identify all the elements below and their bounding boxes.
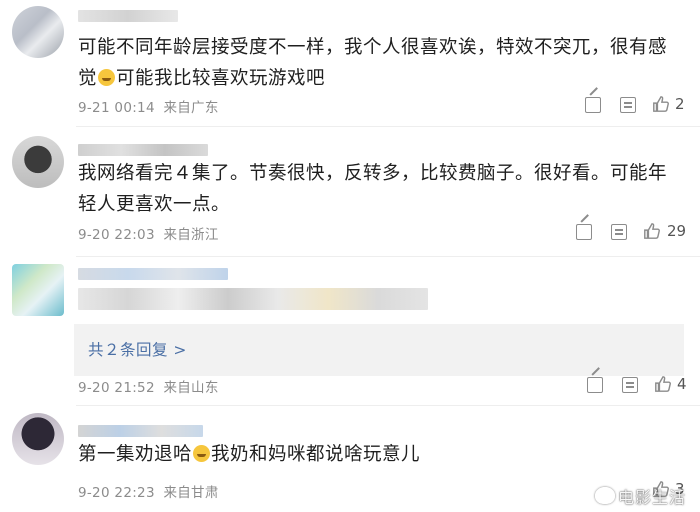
comment-item: 可能不同年龄层接受度不一样，我个人很喜欢诶，特效不突兀，很有感觉 可能我比较喜欢玩… [0, 0, 700, 125]
comment-time: 9-20 22:23 [78, 485, 155, 501]
share-icon[interactable] [587, 377, 603, 393]
blurred-username [78, 425, 203, 437]
reply-box[interactable]: 共２条回复 > [74, 324, 684, 376]
comment-item: 我网络看完４集了。节奏很快，反转多，比较费脑子。很好看。可能年轻人更喜欢一点。 … [0, 126, 700, 256]
blurred-username [78, 268, 228, 280]
comment-location: 来自山东 [163, 380, 219, 396]
comment-icon[interactable] [620, 97, 636, 113]
comment-meta: 9-20 22:23 来自甘肃 [78, 481, 219, 501]
comment-location: 来自甘肃 [163, 485, 219, 501]
comment-text: 可能不同年龄层接受度不一样，我个人很喜欢诶，特效不突兀，很有感觉 可能我比较喜欢玩… [78, 37, 668, 89]
comment-meta: 9-20 22:03 来自浙江 [78, 223, 219, 243]
share-icon[interactable] [576, 224, 592, 240]
comment-icon[interactable] [611, 224, 627, 240]
comment-icon[interactable] [622, 377, 638, 393]
blurred-comment-text [78, 288, 428, 310]
comment-item: 共２条回复 > 9-20 21:52 来自山东 4 [0, 256, 700, 404]
watermark: 电影生活 [594, 484, 686, 508]
view-replies-link[interactable]: 共２条回复 > [88, 338, 187, 360]
comment-location: 来自广东 [163, 100, 219, 116]
like-icon[interactable] [652, 95, 670, 113]
comment-time: 9-21 00:14 [78, 100, 155, 116]
like-icon[interactable] [643, 222, 661, 240]
share-icon[interactable] [585, 97, 601, 113]
comment-meta: 9-20 21:52 来自山东 [78, 376, 219, 396]
like-icon[interactable] [654, 375, 672, 393]
weibo-logo-icon [594, 487, 615, 504]
comment-time: 9-20 22:03 [78, 227, 155, 243]
comment-meta: 9-21 00:14 来自广东 [78, 96, 219, 116]
avatar[interactable] [12, 264, 64, 316]
comment-text: 我网络看完４集了。节奏很快，反转多，比较费脑子。很好看。可能年轻人更喜欢一点。 [78, 163, 668, 215]
avatar[interactable] [12, 6, 64, 58]
blurred-username [78, 10, 178, 22]
grin-emoji-icon [98, 69, 116, 86]
like-count: 29 [667, 222, 687, 240]
comment-time: 9-20 21:52 [78, 380, 155, 396]
like-count: 4 [677, 375, 687, 393]
comment-location: 来自浙江 [163, 227, 219, 243]
grin-emoji-icon [193, 445, 211, 462]
like-count: 2 [675, 95, 685, 113]
avatar[interactable] [12, 136, 64, 188]
blurred-username [78, 144, 208, 156]
avatar[interactable] [12, 413, 64, 465]
comment-text: 第一集劝退哈 我奶和妈咪都说啥玩意儿 [78, 444, 421, 465]
